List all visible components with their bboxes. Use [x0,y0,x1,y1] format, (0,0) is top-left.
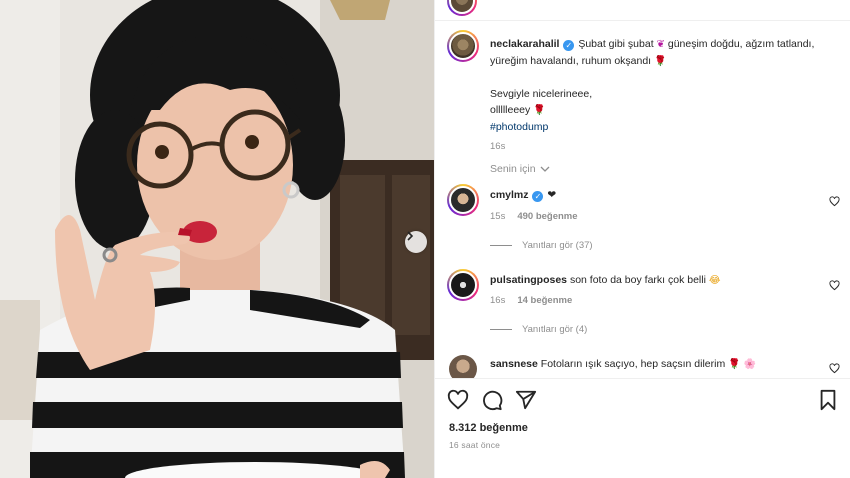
comment-likes[interactable]: 14 beğenme [517,295,572,306]
sparkle-heart-icon: ❦ [656,39,665,50]
laughing-face-icon: 😂 [708,275,721,286]
commenter-avatar[interactable] [449,355,477,378]
author-avatar[interactable] [447,30,479,62]
comment-likes[interactable]: 490 beğenme [517,211,577,222]
flower-icon: 🌸 [743,359,756,370]
comment-meta: 16s 14 beğenme [490,295,572,306]
post-modal: neclakarahalil ✓ Şubat gibi şubat ❦ güne… [0,0,850,478]
rose-icon: 🌹 [654,56,667,67]
hashtag-link[interactable]: #photodump [490,119,820,135]
caption-text-1: Şubat gibi şubat [578,38,654,50]
comment-item: cmylmz ✓ ❤ [490,189,556,202]
comment-like-heart-icon[interactable] [829,280,840,291]
view-replies-button[interactable]: Yanıtları gör (37) [490,240,593,251]
commenter-avatar[interactable] [447,269,479,301]
comment-text: Fotoların ışık saçıyo, hep saçsın dileri… [540,358,726,370]
comments-clip: sansnese Fotoların ışık saçıyo, hep saçs… [435,350,850,378]
post-header [435,0,850,21]
photo-illustration [0,0,434,478]
rose-icon: 🌹 [533,105,546,116]
comment-text: son foto da boy farkı çok belli [569,274,706,286]
commenter-username[interactable]: pulsatingposes [490,274,567,286]
caption-text-3: Sevgiyle nicelerineee, [490,88,593,100]
comment-like-heart-icon[interactable] [829,196,840,207]
post-side-panel: neclakarahalil ✓ Şubat gibi şubat ❦ güne… [434,0,850,478]
commenter-username[interactable]: cmylmz [490,189,529,201]
comment-icon[interactable] [481,389,503,411]
post-timestamp: 16 saat önce [449,440,501,450]
heart-icon[interactable] [447,389,469,411]
comment-like-heart-icon[interactable] [829,363,840,374]
comment-item: pulsatingposes son foto da boy farkı çok… [490,274,721,286]
comment-meta: 15s 490 beğenme [490,211,578,222]
caption-text-1b: güneşim doğdu, ağzım [667,38,775,50]
comment-sort-dropdown[interactable]: Senin için [490,163,550,175]
post-likes-count[interactable]: 8.312 beğenme [449,422,528,434]
caption-age: 16s [490,141,506,152]
commenter-username[interactable]: sansnese [490,358,538,370]
commenter-avatar[interactable] [447,184,479,216]
comment-age: 15s [490,211,506,222]
view-replies-label: Yanıtları gör (4) [522,324,588,335]
post-caption: neclakarahalil ✓ Şubat gibi şubat ❦ güne… [490,36,820,155]
bookmark-icon[interactable] [818,389,838,411]
post-actions: 8.312 beğenme 16 saat önce [435,378,850,478]
caption-text-4: ollllleeey [490,104,531,116]
rose-icon: 🌹 [728,359,741,370]
verified-badge-icon: ✓ [532,191,544,202]
comment-age: 16s [490,295,506,306]
comment-item: sansnese Fotoların ışık saçıyo, hep saçs… [490,358,756,370]
view-replies-label: Yanıtları gör (37) [522,240,593,251]
author-username[interactable]: neclakarahalil [490,38,559,50]
comment-sort-label: Senin için [490,163,536,175]
next-photo-button[interactable] [405,231,427,253]
post-photo[interactable] [0,0,434,478]
header-avatar[interactable] [447,0,477,16]
chevron-down-icon [540,166,549,172]
share-icon[interactable] [515,389,537,411]
verified-badge-icon: ✓ [563,40,575,51]
view-replies-button[interactable]: Yanıtları gör (4) [490,324,587,335]
caption-line-4: ollllleeey 🌹 [490,102,820,119]
comment-text: ❤ [547,189,557,201]
chevron-right-icon [407,231,414,241]
